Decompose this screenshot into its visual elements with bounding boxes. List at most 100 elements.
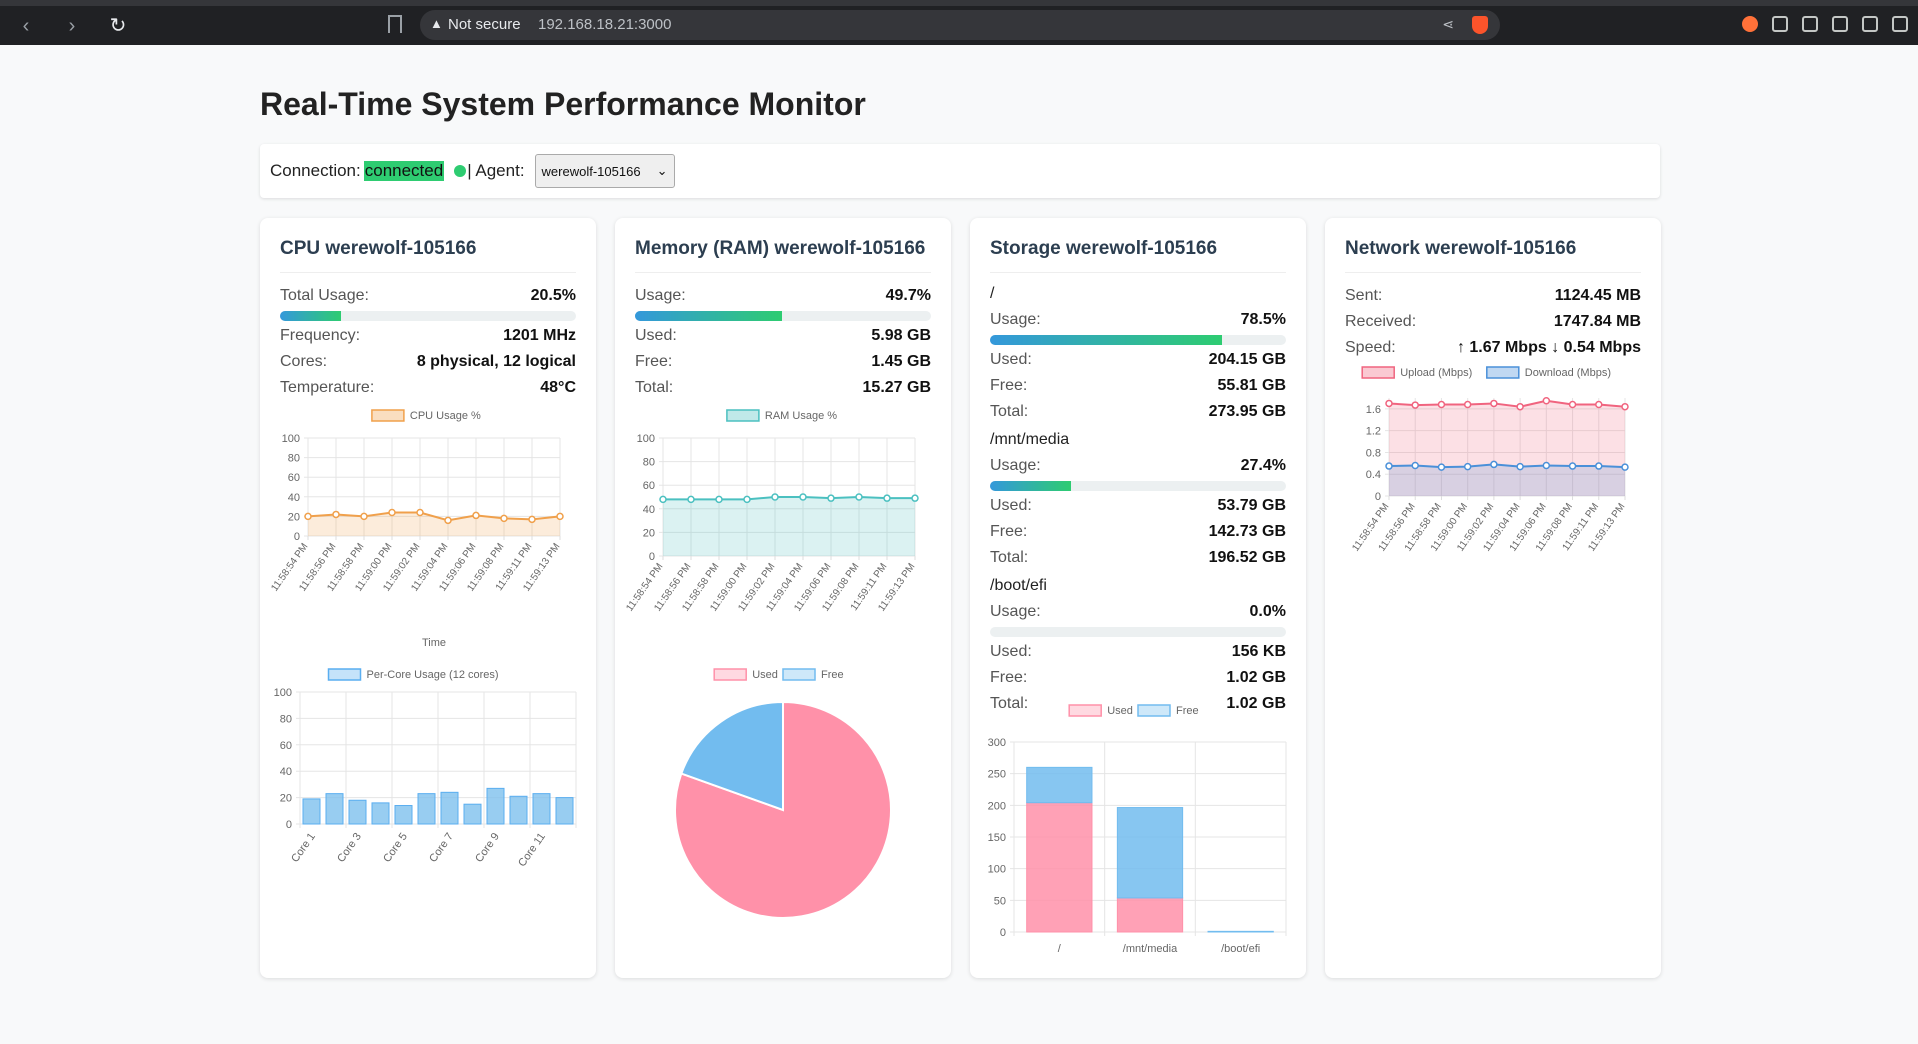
x-tick-label: Core 5	[381, 831, 410, 865]
bar	[325, 793, 344, 825]
share-icon[interactable]: ⋖	[1442, 16, 1454, 33]
mount-used-label: Used:	[990, 351, 1032, 368]
mount-usage-bar	[990, 627, 1286, 637]
x-axis-title: Time	[422, 637, 446, 648]
data-point	[1568, 462, 1577, 470]
memory-total-value: 15.27 GB	[862, 379, 931, 396]
y-tick-label: 200	[988, 800, 1006, 812]
data-point	[1385, 462, 1393, 470]
data-point	[1621, 463, 1629, 471]
agent-select[interactable]: werewolf-105166 ⌄	[534, 154, 675, 188]
reload-icon[interactable]: ↻	[106, 14, 130, 38]
security-label[interactable]: Not secure	[448, 16, 521, 33]
bar	[509, 795, 528, 825]
leo-icon[interactable]	[1862, 16, 1878, 32]
legend-swatch	[782, 668, 816, 681]
cpu-total-usage-row: Total Usage: 20.5%	[280, 283, 576, 309]
data-point	[659, 495, 667, 504]
mount-used-label: Used:	[990, 643, 1032, 660]
legend-swatch	[1068, 704, 1102, 717]
data-point	[1490, 399, 1498, 408]
legend-swatch	[371, 409, 405, 422]
page-title: Real-Time System Performance Monitor	[260, 86, 866, 122]
bar	[440, 791, 459, 825]
memory-total-label: Total:	[635, 379, 674, 396]
memory-used-value: 5.98 GB	[871, 327, 931, 344]
x-tick-label: /	[1058, 943, 1062, 955]
stacked-bar-segment	[1026, 802, 1093, 933]
data-point	[883, 494, 891, 502]
stacked-bar-segment	[1116, 807, 1184, 899]
y-tick-label: 40	[288, 492, 300, 504]
mount-total-label: Total:	[990, 403, 1029, 420]
memory-card: Memory (RAM) werewolf-105166 Usage: 49.7…	[615, 218, 951, 978]
back-icon[interactable]: ‹	[14, 14, 38, 38]
memory-title: Memory (RAM) werewolf-105166	[635, 238, 931, 273]
memory-free-value: 1.45 GB	[871, 353, 931, 370]
data-point	[1621, 402, 1629, 411]
menu-icon[interactable]	[1892, 16, 1908, 32]
mount-usage-bar-fill	[990, 481, 1072, 491]
memory-usage-bar-fill	[635, 311, 783, 321]
per-core-chart: Per-Core Usage (12 cores) 0 20 40 60 80 100 Cor…	[274, 668, 577, 869]
cpu-total-usage-value: 20.5%	[530, 287, 576, 304]
storage-title: Storage werewolf-105166	[990, 238, 1286, 273]
mount-free-value: 55.81 GB	[1217, 377, 1286, 394]
metamask-icon[interactable]	[1742, 16, 1758, 32]
y-tick-label: 0	[649, 551, 655, 563]
stacked-bar-segment	[1207, 930, 1274, 933]
cpu-usage-chart: CPU Usage %02040608010011:58:54 PM11:58:…	[269, 409, 564, 648]
brave-shields-icon[interactable]	[1472, 16, 1488, 34]
memory-usage-label: Usage:	[635, 287, 686, 304]
mount-used-row: Used: 156 KB	[990, 639, 1286, 665]
y-tick-label: 80	[280, 713, 292, 725]
address-bar[interactable]: ▲ Not secure 192.168.18.21:3000 ⋖	[420, 10, 1500, 40]
network-speed-value: ↑ 1.67 Mbps ↓ 0.54 Mbps	[1456, 339, 1641, 356]
data-point	[1568, 400, 1577, 409]
legend-label: Download (Mbps)	[1525, 367, 1611, 379]
agent-label: | Agent:	[467, 161, 525, 180]
bookmark-icon[interactable]	[388, 15, 402, 33]
chevron-down-icon: ⌄	[656, 163, 668, 178]
data-point	[1437, 463, 1446, 471]
mount-usage-label: Usage:	[990, 457, 1041, 474]
data-point	[444, 516, 452, 525]
mount-free-row: Free: 1.02 GB	[990, 665, 1286, 691]
stacked-bar-segment	[1026, 766, 1093, 804]
memory-used-row: Used: 5.98 GB	[635, 323, 931, 349]
forward-icon[interactable]: ›	[60, 14, 84, 38]
cpu-frequency-row: Frequency: 1201 MHz	[280, 323, 576, 349]
legend-label: Per-Core Usage (12 cores)	[367, 669, 499, 681]
mount-free-label: Free:	[990, 669, 1028, 686]
y-tick-label: 40	[643, 504, 655, 516]
data-point	[1595, 400, 1603, 409]
bar	[302, 798, 321, 825]
bar	[486, 787, 505, 825]
legend-swatch	[1361, 366, 1395, 379]
ram-usage-chart: RAM Usage %02040608010011:58:54 PM11:58:…	[624, 409, 919, 614]
network-speed-row: Speed: ↑ 1.67 Mbps ↓ 0.54 Mbps	[1345, 335, 1641, 361]
y-tick-label: 100	[637, 433, 655, 445]
bar	[417, 793, 436, 825]
storage-chart: Used Free 0 50 100 150 200 250 300 / /mnt/media/bo…	[988, 704, 1287, 955]
sidebar-icon[interactable]	[1832, 16, 1848, 32]
mount-free-value: 142.73 GB	[1208, 523, 1286, 540]
mount-name: /boot/efi	[990, 577, 1047, 594]
mount-free-row: Free: 142.73 GB	[990, 519, 1286, 545]
data-point	[855, 493, 863, 501]
network-speed-label: Speed:	[1345, 339, 1396, 356]
mount-free-label: Free:	[990, 377, 1028, 394]
mount-usage-bar	[990, 335, 1286, 345]
extensions-icon[interactable]	[1772, 16, 1788, 32]
data-point	[1595, 462, 1603, 470]
bar	[348, 799, 367, 825]
url-text[interactable]: 192.168.18.21:3000	[538, 16, 671, 33]
data-point	[1542, 396, 1551, 405]
bar	[555, 797, 574, 825]
agent-select-value: werewolf-105166	[541, 163, 641, 179]
network-sent-label: Sent:	[1345, 287, 1383, 304]
y-tick-label: 0	[286, 819, 292, 831]
wallet-icon[interactable]	[1802, 16, 1818, 32]
mount-name: /mnt/media	[990, 431, 1070, 448]
data-point	[1516, 402, 1524, 411]
